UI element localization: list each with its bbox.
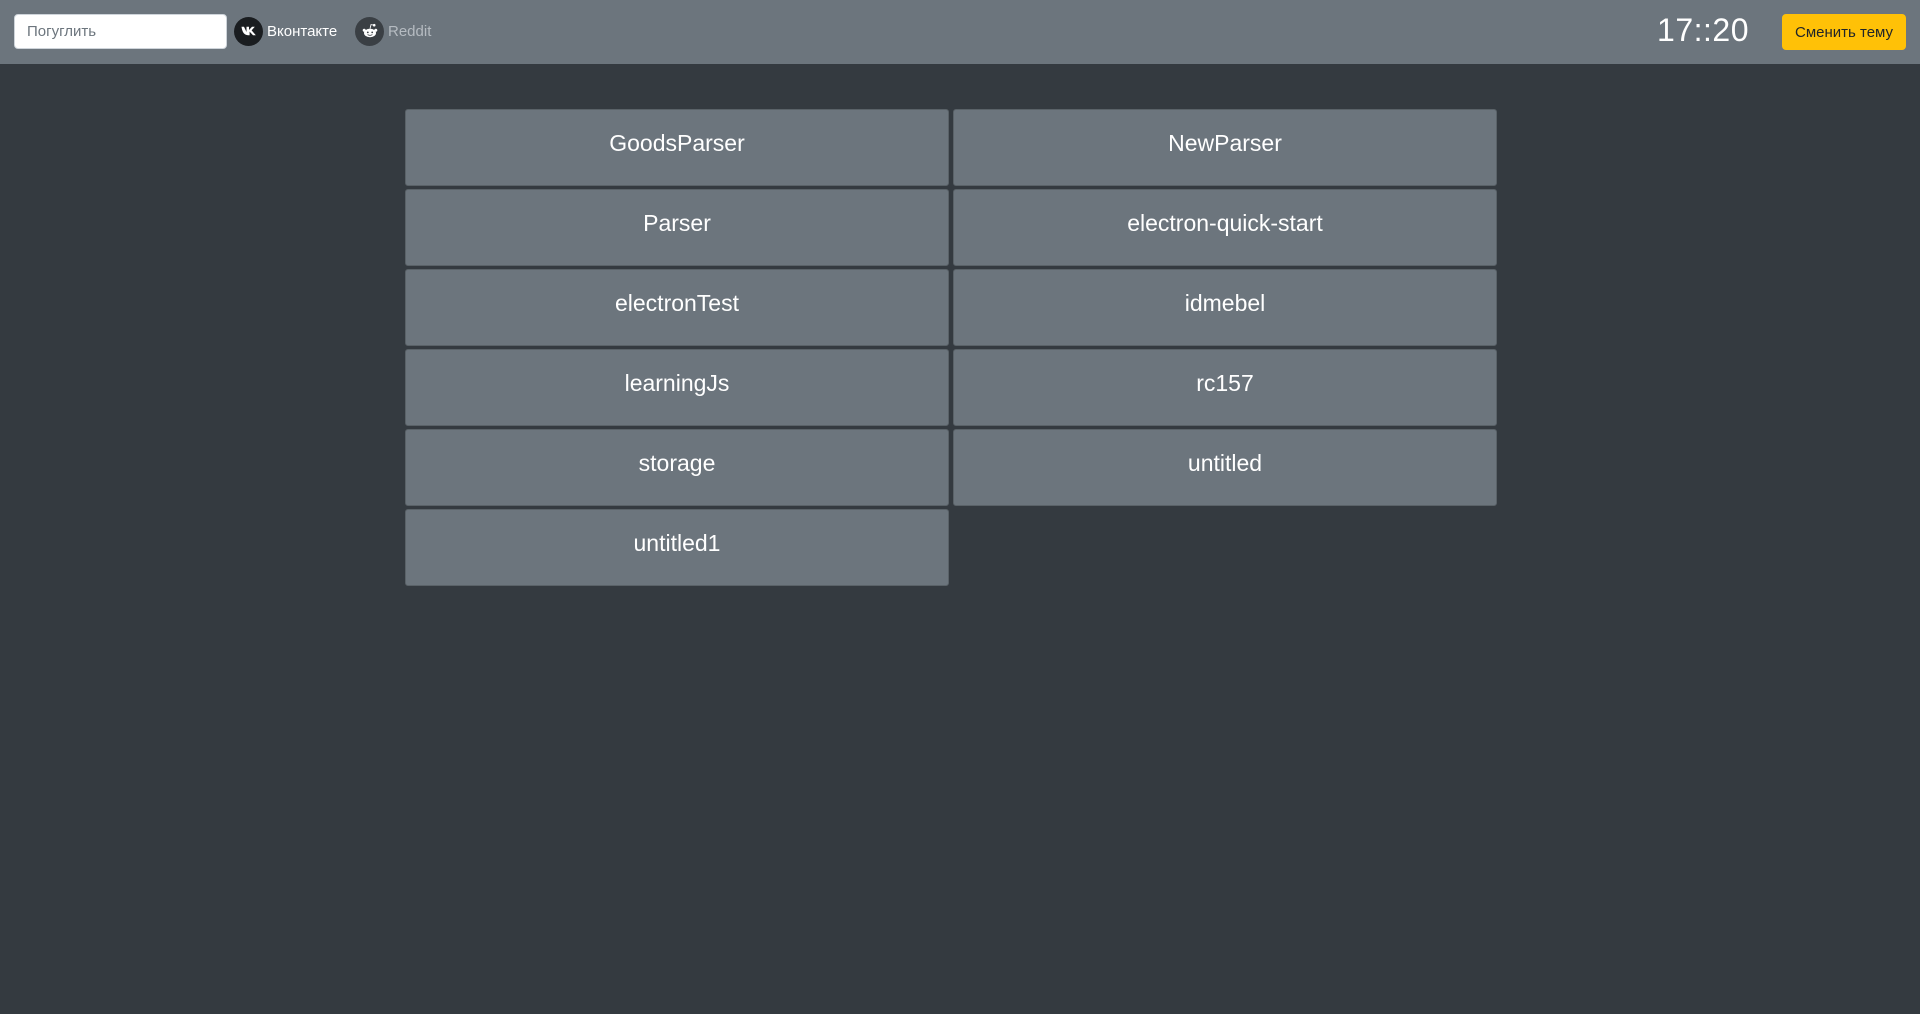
change-theme-button[interactable]: Сменить тему [1782, 14, 1906, 50]
project-tile[interactable]: GoodsParser [405, 109, 949, 186]
top-navbar: Вконтакте Reddit 17::20 Сменить тему [0, 0, 1920, 64]
project-tile[interactable]: learningJs [405, 349, 949, 426]
project-tile[interactable]: electron-quick-start [953, 189, 1497, 266]
reddit-icon [355, 16, 384, 46]
project-tile[interactable]: electronTest [405, 269, 949, 346]
project-tile[interactable]: untitled1 [405, 509, 949, 586]
vk-link-label: Вконтакте [267, 22, 338, 40]
project-tile[interactable]: untitled [953, 429, 1497, 506]
projects-grid: GoodsParser NewParser Parser electron-qu… [405, 109, 1497, 586]
clock: 17::20 [1657, 12, 1749, 48]
project-tile[interactable]: NewParser [953, 109, 1497, 186]
reddit-link-label: Reddit [388, 22, 432, 40]
vk-icon [234, 16, 263, 46]
project-tile[interactable]: idmebel [953, 269, 1497, 346]
reddit-link[interactable]: Reddit [355, 15, 431, 47]
project-tile[interactable]: rc157 [953, 349, 1497, 426]
vk-link[interactable]: Вконтакте [234, 15, 337, 47]
project-tile[interactable]: storage [405, 429, 949, 506]
project-tile[interactable]: Parser [405, 189, 949, 266]
search-input[interactable] [14, 14, 227, 49]
